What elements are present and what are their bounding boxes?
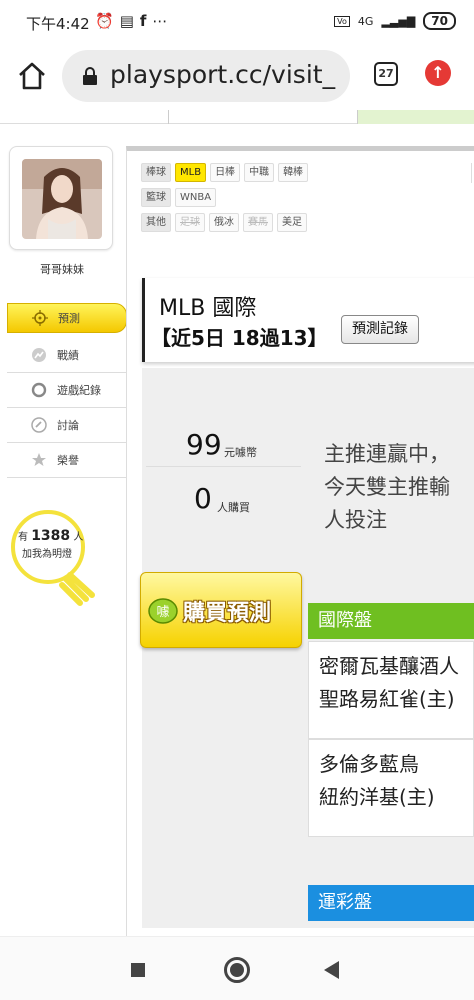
more-icon: ⋯ — [152, 12, 174, 30]
menu-item-discuss[interactable]: 討論 — [7, 408, 127, 443]
section-header-sports-lottery: 運彩盤 — [308, 885, 474, 921]
top-nav-segment-active[interactable] — [358, 110, 474, 124]
url-text: playsport.cc/visit_ — [110, 60, 336, 89]
recents-icon[interactable] — [131, 963, 145, 977]
prediction-record-button[interactable]: 預測記錄 — [341, 315, 419, 344]
target-icon — [32, 310, 48, 326]
description-line: 主推連贏中， — [324, 442, 450, 466]
facebook-icon: f — [139, 12, 153, 30]
section-header-international: 國際盤 — [308, 603, 474, 639]
chat-icon — [31, 417, 47, 433]
avatar[interactable] — [22, 159, 102, 239]
menu-item-game-log[interactable]: 遊戲紀錄 — [7, 373, 127, 408]
price-unit: 元噱幣 — [224, 446, 257, 459]
menu-item-record[interactable]: 戰績 — [7, 338, 127, 373]
filter-tag-khl[interactable]: 俄冰 — [209, 213, 239, 232]
filter-category: 籃球 — [141, 188, 171, 207]
streak-label: 【近5日 18過13】 — [151, 326, 328, 350]
follower-prefix: 有 — [18, 532, 28, 543]
divider — [471, 163, 472, 183]
filter-tag-nfl[interactable]: 美足 — [277, 213, 307, 232]
prediction-title-box: MLB 國際 【近5日 18過13】 預測記錄 — [142, 278, 474, 362]
buyer-unit: 人購買 — [217, 501, 250, 514]
league-filters: 棒球 MLB 日棒 中職 韓棒 籃球 WNBA 其他 足球 俄冰 賽馬 美足 — [141, 163, 309, 238]
menu-label: 預測 — [58, 312, 80, 325]
menu-item-honor[interactable]: 榮譽 — [7, 443, 127, 478]
tab-switcher-button[interactable]: 27 — [374, 62, 398, 86]
username[interactable]: 哥哥妹妹 — [0, 261, 124, 277]
lock-icon — [83, 67, 97, 85]
coin-icon: 噱 — [148, 598, 178, 624]
follower-suffix: 人 — [73, 532, 84, 543]
filter-category: 其他 — [141, 213, 171, 232]
home-icon[interactable] — [16, 60, 48, 92]
filter-tag-wnba[interactable]: WNBA — [175, 188, 217, 207]
filter-tag-cpbl[interactable]: 中職 — [244, 163, 275, 182]
team-home: 紐約洋基(主) — [319, 785, 435, 809]
prediction-description: 主推連贏中， 今天雙主推輸 人投注 — [324, 438, 474, 537]
filter-category: 棒球 — [141, 163, 171, 182]
description-line: 今天雙主推輸 — [324, 475, 450, 499]
filter-tag-soccer: 足球 — [175, 213, 205, 232]
menu-label: 榮譽 — [57, 454, 79, 467]
avatar-card[interactable] — [9, 146, 113, 250]
filter-tag-horse: 賽馬 — [243, 213, 273, 232]
web-page: 哥哥妹妹 預測 戰績 遊戲紀錄 討論 榮譽 有 1388 人 加我為明燈 棒球 … — [0, 110, 474, 936]
alarm-icon: ⏰ — [95, 12, 120, 30]
record-icon — [31, 382, 47, 398]
browser-toolbar: playsport.cc/visit_ 27 ↑ — [0, 44, 474, 110]
team-away: 多倫多藍鳥 — [319, 752, 419, 776]
page-title: MLB 國際 — [159, 296, 257, 321]
menu-label: 戰績 — [57, 349, 79, 362]
price-value: 99 — [186, 428, 222, 461]
buy-prediction-button[interactable]: 噱 購買預測 — [140, 572, 302, 648]
buy-button-label: 購買預測 — [183, 601, 272, 626]
side-menu: 預測 戰績 遊戲紀錄 討論 榮譽 — [7, 303, 127, 478]
team-away: 密爾瓦基釀酒人 — [319, 654, 459, 678]
filter-row-basketball: 籃球 WNBA — [141, 188, 308, 207]
status-right: Vo 4G ▂▃▅▇ 70 — [334, 12, 456, 30]
filter-row-baseball: 棒球 MLB 日棒 中職 韓棒 — [141, 163, 309, 182]
status-icons: ⏰▤f⋯ — [95, 12, 173, 30]
match-card[interactable]: 密爾瓦基釀酒人 聖路易紅雀(主) — [308, 641, 474, 739]
back-icon[interactable] — [324, 961, 339, 979]
follower-count: 有 1388 人 — [18, 528, 83, 544]
system-nav-bar — [0, 936, 474, 1000]
top-nav-segment[interactable] — [168, 110, 358, 124]
lightbulb-icon[interactable] — [8, 507, 98, 617]
team-home: 聖路易紅雀(主) — [319, 687, 455, 711]
battery-icon: 70 — [423, 12, 456, 30]
update-icon[interactable]: ↑ — [425, 60, 451, 86]
description-line: 人投注 — [324, 508, 387, 532]
divider — [146, 466, 301, 467]
top-nav-strip — [0, 110, 474, 124]
coin-badge-text: 噱 — [156, 605, 169, 620]
buyer-count: 0 — [194, 482, 212, 515]
filter-row-other: 其他 足球 俄冰 賽馬 美足 — [141, 213, 308, 232]
status-bar: 下午4:42 ⏰▤f⋯ Vo 4G ▂▃▅▇ 70 — [0, 0, 474, 44]
chart-icon — [32, 348, 46, 362]
medal-icon — [32, 453, 46, 466]
volte-icon: Vo — [334, 15, 350, 27]
menu-label: 討論 — [57, 419, 79, 432]
menu-item-predict[interactable]: 預測 — [7, 303, 127, 333]
filter-tag-kbo[interactable]: 韓棒 — [278, 163, 309, 182]
status-time: 下午4:42 — [26, 15, 90, 33]
menu-label: 遊戲紀錄 — [57, 384, 101, 397]
address-bar[interactable]: playsport.cc/visit_ — [62, 50, 350, 102]
home-nav-icon[interactable] — [224, 957, 250, 983]
signal-icon: ▂▃▅▇ — [381, 14, 416, 28]
follower-number: 1388 — [31, 528, 71, 544]
news-icon: ▤ — [119, 12, 140, 30]
network-label: 4G — [357, 14, 374, 28]
follow-label[interactable]: 加我為明燈 — [22, 545, 72, 560]
filter-tag-mlb[interactable]: MLB — [175, 163, 207, 182]
filter-tag-npb[interactable]: 日棒 — [210, 163, 241, 182]
match-card[interactable]: 多倫多藍鳥 紐約洋基(主) — [308, 739, 474, 837]
